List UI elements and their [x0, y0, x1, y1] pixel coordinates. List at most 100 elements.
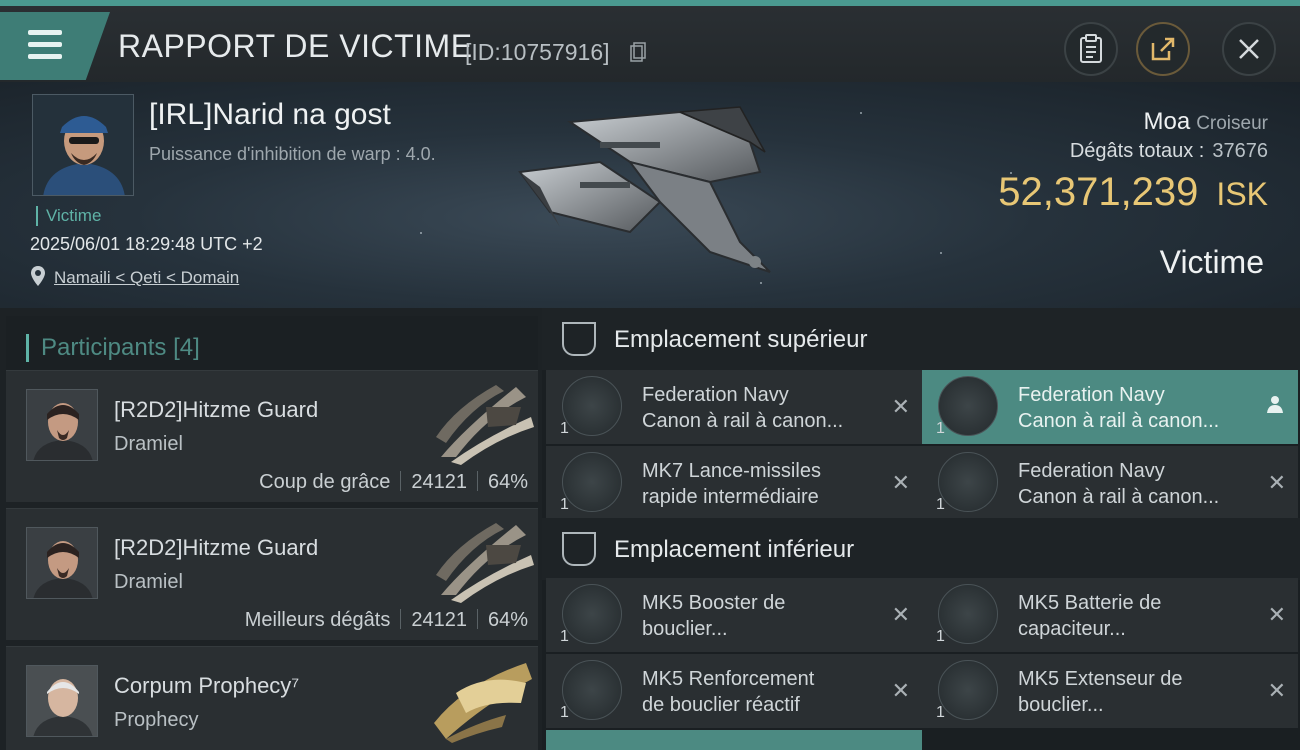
railgun-icon: [562, 376, 622, 436]
pilot-portrait-icon: [27, 528, 97, 598]
shield-extender-icon: [938, 660, 998, 720]
killmail-window: RAPPORT DE VICTIME [ID:10757916] [IRL]Na…: [0, 0, 1300, 750]
victim-tag: Victime: [36, 206, 101, 226]
module-item[interactable]: 1 MK5 Batterie de capaciteur... ✕: [922, 578, 1298, 652]
copy-icon[interactable]: [630, 42, 646, 62]
low-slot-title: Emplacement inférieur: [614, 536, 855, 563]
close-icon[interactable]: ✕: [892, 470, 910, 496]
dramiel-ship-icon: [436, 385, 534, 465]
module-name-line2: Canon à rail à canon...: [1018, 486, 1220, 508]
location-link[interactable]: Namaili < Qeti < Domain: [54, 268, 239, 288]
victim-banner: [IRL]Narid na gost Puissance d'inhibitio…: [0, 82, 1300, 308]
module-name-line2: Canon à rail à canon...: [1018, 410, 1220, 432]
victim-ship-image[interactable]: [510, 102, 790, 282]
header-bar: RAPPORT DE VICTIME [ID:10757916]: [0, 0, 1300, 82]
report-id: [ID:10757916]: [465, 39, 610, 65]
participant-stats: Meilleurs dégâts 24121 64%: [245, 609, 528, 632]
module-item[interactable]: 1 MK5 Renforcement de bouclier réactif ✕: [546, 654, 922, 728]
module-name-line2: rapide intermédiaire: [642, 486, 819, 508]
victim-name[interactable]: [IRL]Narid na gost: [149, 98, 391, 132]
participant-name[interactable]: Corpum Prophecy⁷: [114, 673, 299, 699]
kill-datetime: 2025/06/01 18:29:48 UTC +2: [30, 234, 263, 254]
participants-title: Participants [4]: [26, 334, 200, 362]
module-name-line2: de bouclier réactif: [642, 694, 800, 716]
participant-name[interactable]: [R2D2]Hitzme Guard: [114, 535, 318, 561]
shield-booster-icon: [562, 584, 622, 644]
location-pin-icon: [31, 266, 45, 286]
participant-percent: 64%: [487, 609, 528, 631]
person-icon[interactable]: [1266, 394, 1284, 414]
clipboard-icon: [1080, 34, 1102, 63]
participant-name[interactable]: [R2D2]Hitzme Guard: [114, 397, 318, 423]
close-button[interactable]: [1222, 22, 1276, 76]
participant-row[interactable]: [R2D2]Hitzme Guard Dramiel Meilleurs dég…: [6, 508, 538, 640]
share-icon: [1151, 37, 1175, 61]
role-label: Victime: [1159, 244, 1264, 280]
module-name-line2: bouclier...: [642, 618, 728, 640]
menu-icon-bar: [28, 54, 62, 59]
module-name-line1: MK7 Lance-missiles: [642, 460, 821, 482]
close-icon[interactable]: ✕: [892, 394, 910, 420]
close-icon[interactable]: ✕: [892, 602, 910, 628]
isk-amount: 52,371,239: [998, 170, 1199, 214]
missile-launcher-icon: [562, 452, 622, 512]
share-button[interactable]: [1136, 22, 1190, 76]
module-name-line2: Canon à rail à canon...: [642, 410, 844, 432]
module-qty: 1: [936, 420, 945, 437]
module-item[interactable]: 1 MK7 Lance-missiles rapide intermédiaire…: [546, 446, 922, 520]
participant-stats: Coup de grâce 24121 64%: [259, 471, 528, 494]
participant-row[interactable]: [R2D2]Hitzme Guard Dramiel Coup de grâce…: [6, 370, 538, 502]
total-damage: Dégâts totaux : 37676: [1070, 140, 1268, 163]
capacitor-battery-icon: [938, 584, 998, 644]
module-name-line1: Federation Navy: [1018, 384, 1165, 406]
page-title: RAPPORT DE VICTIME: [118, 28, 473, 64]
participants-label: Participants: [41, 334, 167, 361]
module-name-line1: MK5 Booster de: [642, 592, 786, 614]
close-icon[interactable]: ✕: [1268, 602, 1286, 628]
participant-damage: 24121: [411, 471, 467, 493]
ship-name-text: Moa: [1143, 108, 1191, 135]
victim-avatar[interactable]: [32, 94, 134, 196]
participant-ship: Dramiel: [114, 433, 183, 455]
fitting-panel: Emplacement supérieur 1 Federation Navy C…: [542, 308, 1300, 750]
module-name: MK5 Batterie de capaciteur...: [1018, 590, 1258, 642]
participants-header: Participants [4]: [6, 316, 538, 376]
close-icon[interactable]: ✕: [1268, 678, 1286, 704]
module-item[interactable]: 1 Federation Navy Canon à rail à canon...…: [922, 446, 1298, 520]
menu-icon-bar: [28, 42, 62, 47]
module-name: MK5 Renforcement de bouclier réactif: [642, 666, 882, 718]
isk-unit: ISK: [1216, 176, 1268, 212]
participant-tag: Coup de grâce: [259, 471, 391, 493]
module-item-selected[interactable]: 1 Federation Navy Canon à rail à canon...: [922, 370, 1298, 444]
module-item-partial[interactable]: [546, 730, 922, 750]
high-slot-title: Emplacement supérieur: [614, 326, 868, 353]
shield-hardener-icon: [562, 660, 622, 720]
menu-button[interactable]: [0, 12, 110, 80]
participant-percent: 64%: [487, 471, 528, 493]
module-name-line1: MK5 Batterie de: [1018, 592, 1162, 614]
module-name: MK5 Booster de bouclier...: [642, 590, 882, 642]
module-item[interactable]: 1 MK5 Booster de bouclier... ✕: [546, 578, 922, 652]
damage-label: Dégâts totaux :: [1069, 140, 1205, 162]
module-name-line1: MK5 Renforcement: [642, 668, 815, 690]
clipboard-button[interactable]: [1064, 22, 1118, 76]
participants-panel: Participants [4] [R2D2]Hitzme Guard Dram…: [0, 308, 542, 750]
module-name-line2: capaciteur...: [1018, 618, 1126, 640]
railgun-icon: [938, 376, 998, 436]
module-name-line1: Federation Navy: [1018, 460, 1165, 482]
module-name: Federation Navy Canon à rail à canon...: [642, 382, 882, 434]
menu-icon: [28, 30, 62, 35]
high-slot-header: Emplacement supérieur: [542, 308, 1300, 370]
module-qty: 1: [560, 496, 569, 513]
low-slot-icon: [562, 532, 596, 566]
close-icon[interactable]: ✕: [892, 678, 910, 704]
module-qty: 1: [936, 496, 945, 513]
isk-value: 52,371,239 ISK: [998, 170, 1268, 215]
module-item[interactable]: 1 Federation Navy Canon à rail à canon...…: [546, 370, 922, 444]
victim-ship-name[interactable]: Moa Croiseur: [1144, 108, 1269, 136]
close-icon[interactable]: ✕: [1268, 470, 1286, 496]
module-item[interactable]: 1 MK5 Extenseur de bouclier... ✕: [922, 654, 1298, 728]
module-name-line1: MK5 Extenseur de: [1018, 668, 1183, 690]
participant-avatar: [26, 665, 98, 737]
participant-row[interactable]: Corpum Prophecy⁷ Prophecy: [6, 646, 538, 750]
